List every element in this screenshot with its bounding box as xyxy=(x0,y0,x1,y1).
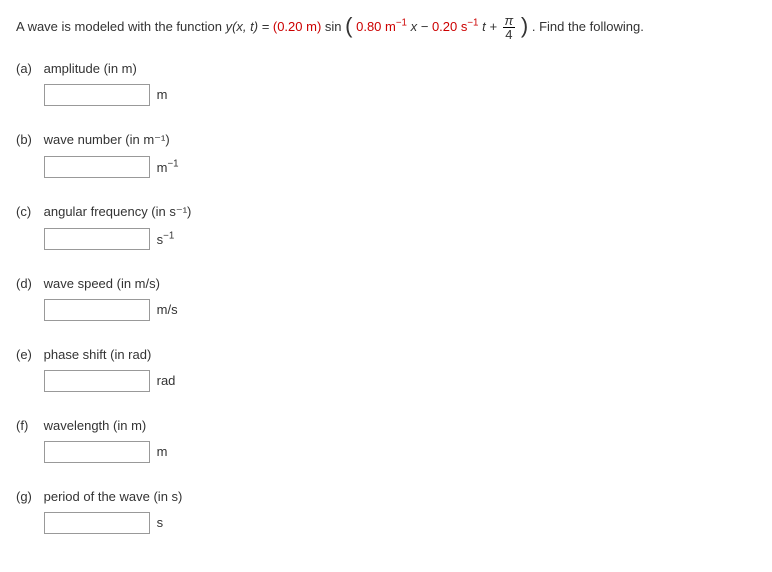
question-marker: (e) xyxy=(16,347,40,362)
intro-amplitude: (0.20 m) xyxy=(273,19,321,34)
question-text: phase shift (in rad) xyxy=(44,347,152,362)
unit-label: m xyxy=(157,444,168,459)
question-marker: (c) xyxy=(16,204,40,219)
question-d: (d) wave speed (in m/s) m/s xyxy=(16,276,756,321)
intro-t: t + xyxy=(482,19,500,34)
question-marker: (a) xyxy=(16,61,40,76)
answer-input-f[interactable] xyxy=(44,441,150,463)
question-text: wave speed (in m/s) xyxy=(44,276,160,291)
question-marker: (f) xyxy=(16,418,40,433)
question-label: (g) period of the wave (in s) xyxy=(16,489,756,504)
unit-label: s−1 xyxy=(157,232,175,247)
question-label: (f) wavelength (in m) xyxy=(16,418,756,433)
question-label: (e) phase shift (in rad) xyxy=(16,347,756,362)
question-text: amplitude (in m) xyxy=(44,61,137,76)
paren-open: ( xyxy=(345,11,352,42)
intro-trail: . Find the following. xyxy=(532,19,644,34)
question-label: (c) angular frequency (in s⁻¹) xyxy=(16,204,756,220)
question-g: (g) period of the wave (in s) s xyxy=(16,489,756,534)
intro-sin: sin xyxy=(325,19,342,34)
paren-close: ) xyxy=(521,11,528,42)
unit-label: m−1 xyxy=(157,160,179,175)
intro-lead: A wave is modeled with the function xyxy=(16,19,226,34)
unit-label: m/s xyxy=(157,302,178,317)
question-label: (a) amplitude (in m) xyxy=(16,61,756,76)
question-marker: (b) xyxy=(16,132,40,147)
unit-label: s xyxy=(157,515,164,530)
problem-statement: A wave is modeled with the function y(x,… xyxy=(16,12,756,43)
answer-input-g[interactable] xyxy=(44,512,150,534)
answer-input-e[interactable] xyxy=(44,370,150,392)
question-text: period of the wave (in s) xyxy=(44,489,183,504)
intro-x: x − xyxy=(411,19,432,34)
question-marker: (d) xyxy=(16,276,40,291)
answer-input-c[interactable] xyxy=(44,228,150,250)
question-e: (e) phase shift (in rad) rad xyxy=(16,347,756,392)
intro-fraction: π 4 xyxy=(503,14,516,41)
answer-input-b[interactable] xyxy=(44,156,150,178)
question-f: (f) wavelength (in m) m xyxy=(16,418,756,463)
answer-input-d[interactable] xyxy=(44,299,150,321)
answer-input-a[interactable] xyxy=(44,84,150,106)
question-b: (b) wave number (in m⁻¹) m−1 xyxy=(16,132,756,178)
intro-yfunc: y(x, t) = xyxy=(226,19,273,34)
question-a: (a) amplitude (in m) m xyxy=(16,61,756,106)
question-text: angular frequency (in s⁻¹) xyxy=(44,204,192,219)
question-c: (c) angular frequency (in s⁻¹) s−1 xyxy=(16,204,756,250)
unit-label: m xyxy=(157,87,168,102)
question-text: wave number (in m⁻¹) xyxy=(44,132,170,147)
intro-wavenum: 0.80 m−1 xyxy=(356,19,407,34)
question-label: (d) wave speed (in m/s) xyxy=(16,276,756,291)
question-label: (b) wave number (in m⁻¹) xyxy=(16,132,756,148)
unit-label: rad xyxy=(157,373,176,388)
question-text: wavelength (in m) xyxy=(44,418,147,433)
intro-angfreq: 0.20 s−1 xyxy=(432,19,479,34)
question-marker: (g) xyxy=(16,489,40,504)
